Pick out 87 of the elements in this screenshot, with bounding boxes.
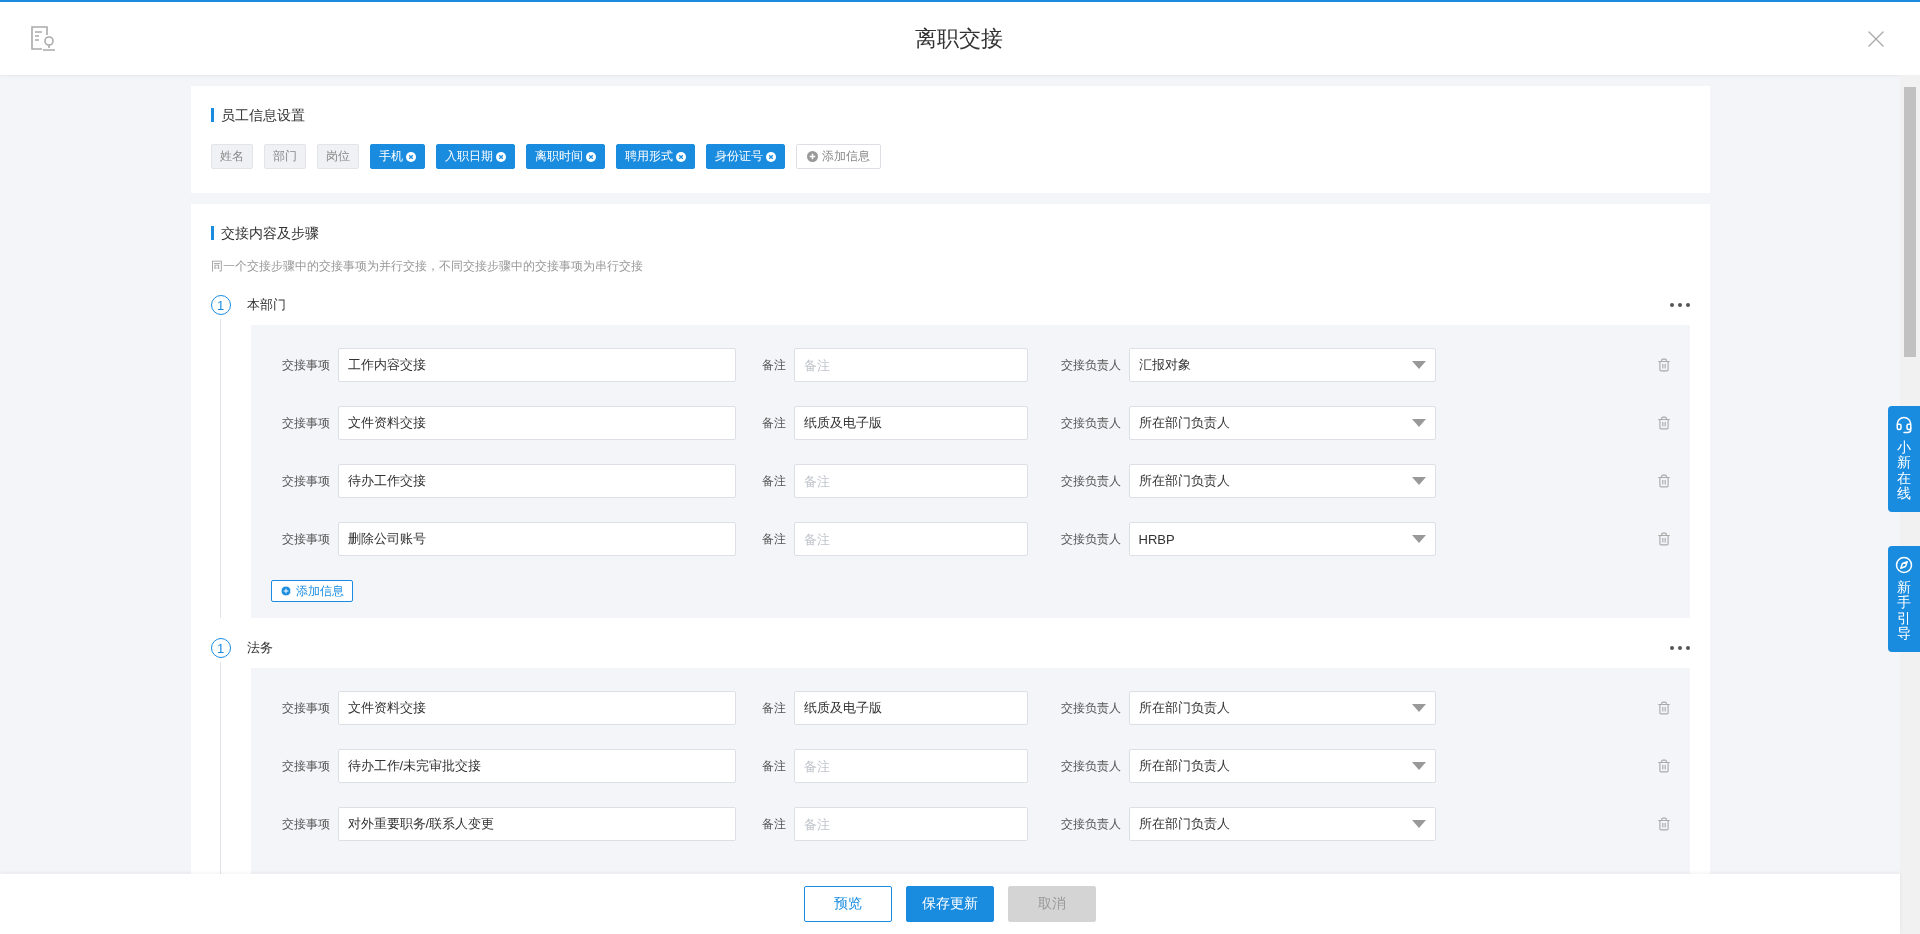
owner-dropdown[interactable]: 所在部门负责人 <box>1128 406 1436 440</box>
field-label: 备注 <box>760 530 787 548</box>
caret-icon <box>1411 477 1426 485</box>
field-label: 交接负责人 <box>1059 815 1122 833</box>
item-field[interactable]: 文件资料交接 <box>337 406 736 440</box>
field-label: 备注 <box>760 356 787 374</box>
field-label: 备注 <box>760 472 787 490</box>
field-label: 备注 <box>760 815 787 833</box>
note-field[interactable]: 备注 <box>793 464 1028 498</box>
caret-icon <box>1411 762 1426 770</box>
footer-button[interactable]: 预览 <box>804 886 892 922</box>
item-field[interactable]: 删除公司账号 <box>337 522 736 556</box>
item-field[interactable]: 对外重要职务/联系人变更 <box>337 807 736 841</box>
section-title: 员工信息设置 <box>210 108 1690 122</box>
add-info-button[interactable]: 添加信息 <box>795 144 881 169</box>
field-label: 备注 <box>760 757 787 775</box>
field-tag[interactable]: 入职日期 <box>435 144 515 169</box>
delete-icon[interactable] <box>1656 358 1671 372</box>
owner-dropdown[interactable]: 汇报对象 <box>1128 348 1436 382</box>
add-item-button[interactable]: 添加信息 <box>270 580 353 602</box>
owner-dropdown[interactable]: 所在部门负责人 <box>1128 464 1436 498</box>
note-field[interactable]: 纸质及电子版 <box>793 406 1028 440</box>
more-icon[interactable] <box>1669 303 1690 307</box>
side-button[interactable]: 小新在线 <box>1888 406 1920 512</box>
delete-icon[interactable] <box>1656 759 1671 773</box>
more-icon[interactable] <box>1669 646 1690 650</box>
caret-icon <box>1411 820 1426 828</box>
step-number: 1 <box>210 295 231 315</box>
remove-icon[interactable] <box>675 151 686 162</box>
field-label: 交接负责人 <box>1059 472 1122 490</box>
delete-icon[interactable] <box>1656 532 1671 546</box>
remove-icon[interactable] <box>585 151 596 162</box>
section-title: 交接内容及步骤 <box>210 226 1690 240</box>
item-field[interactable]: 待办工作/未完审批交接 <box>337 749 736 783</box>
side-button[interactable]: 新手引导 <box>1888 546 1920 652</box>
remove-icon[interactable] <box>405 151 416 162</box>
field-label: 交接负责人 <box>1059 757 1122 775</box>
note-field[interactable]: 备注 <box>793 348 1028 382</box>
caret-icon <box>1411 361 1426 369</box>
step-name: 本部门 <box>246 296 286 314</box>
note-field[interactable]: 纸质及电子版 <box>793 691 1028 725</box>
field-label: 交接事项 <box>280 472 331 490</box>
owner-dropdown[interactable]: 所在部门负责人 <box>1128 807 1436 841</box>
field-tag[interactable]: 手机 <box>369 144 425 169</box>
item-field[interactable]: 待办工作交接 <box>337 464 736 498</box>
field-label: 交接事项 <box>280 699 331 717</box>
field-label: 交接负责人 <box>1059 414 1122 432</box>
field-label: 交接事项 <box>280 815 331 833</box>
caret-icon <box>1411 704 1426 712</box>
field-tag[interactable]: 聘用形式 <box>615 144 695 169</box>
note-field[interactable]: 备注 <box>793 522 1028 556</box>
owner-dropdown[interactable]: 所在部门负责人 <box>1128 749 1436 783</box>
field-label: 备注 <box>760 414 787 432</box>
field-label: 交接事项 <box>280 757 331 775</box>
window-title: 离职交接 <box>915 24 1003 53</box>
plus-icon <box>806 151 818 162</box>
hint-text: 同一个交接步骤中的交接事项为并行交接，不同交接步骤中的交接事项为串行交接 <box>210 258 644 275</box>
step-number: 1 <box>210 638 231 658</box>
headset-icon <box>1895 416 1913 434</box>
note-field[interactable]: 备注 <box>793 807 1028 841</box>
field-label: 交接负责人 <box>1059 699 1122 717</box>
remove-icon[interactable] <box>765 151 776 162</box>
delete-icon[interactable] <box>1656 416 1671 430</box>
delete-icon[interactable] <box>1656 701 1671 715</box>
field-label: 交接负责人 <box>1059 530 1122 548</box>
item-field[interactable]: 文件资料交接 <box>337 691 736 725</box>
caret-icon <box>1411 419 1426 427</box>
field-label: 交接事项 <box>280 414 331 432</box>
field-tag[interactable]: 身份证号 <box>705 144 785 169</box>
plus-icon <box>279 585 292 597</box>
owner-dropdown[interactable]: HRBP <box>1128 522 1436 556</box>
field-label: 交接事项 <box>280 530 331 548</box>
field-label: 备注 <box>760 699 787 717</box>
field-tag[interactable]: 离职时间 <box>525 144 605 169</box>
compass-icon <box>1895 556 1913 574</box>
step-name: 法务 <box>246 639 273 657</box>
delete-icon[interactable] <box>1656 817 1671 831</box>
owner-dropdown[interactable]: 所在部门负责人 <box>1128 691 1436 725</box>
item-field[interactable]: 工作内容交接 <box>337 348 736 382</box>
field-label: 交接事项 <box>280 356 331 374</box>
delete-icon[interactable] <box>1656 474 1671 488</box>
remove-icon[interactable] <box>495 151 506 162</box>
field-label: 交接负责人 <box>1059 356 1122 374</box>
footer-button[interactable]: 保存更新 <box>906 886 994 922</box>
document-icon <box>30 24 56 53</box>
caret-icon <box>1411 535 1426 543</box>
note-field[interactable]: 备注 <box>793 749 1028 783</box>
